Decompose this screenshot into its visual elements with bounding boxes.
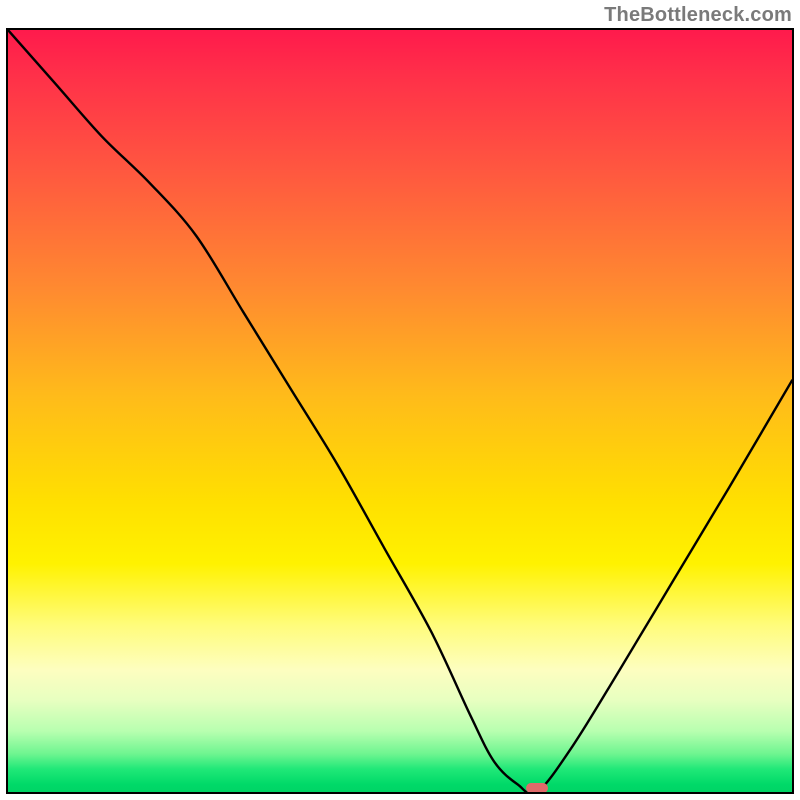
plot-area [6,28,794,794]
bottleneck-curve-path [8,30,792,792]
bottleneck-chart: TheBottleneck.com [0,0,800,800]
optimal-marker [526,783,548,793]
curve-layer [8,30,792,792]
attribution-label: TheBottleneck.com [604,4,792,27]
